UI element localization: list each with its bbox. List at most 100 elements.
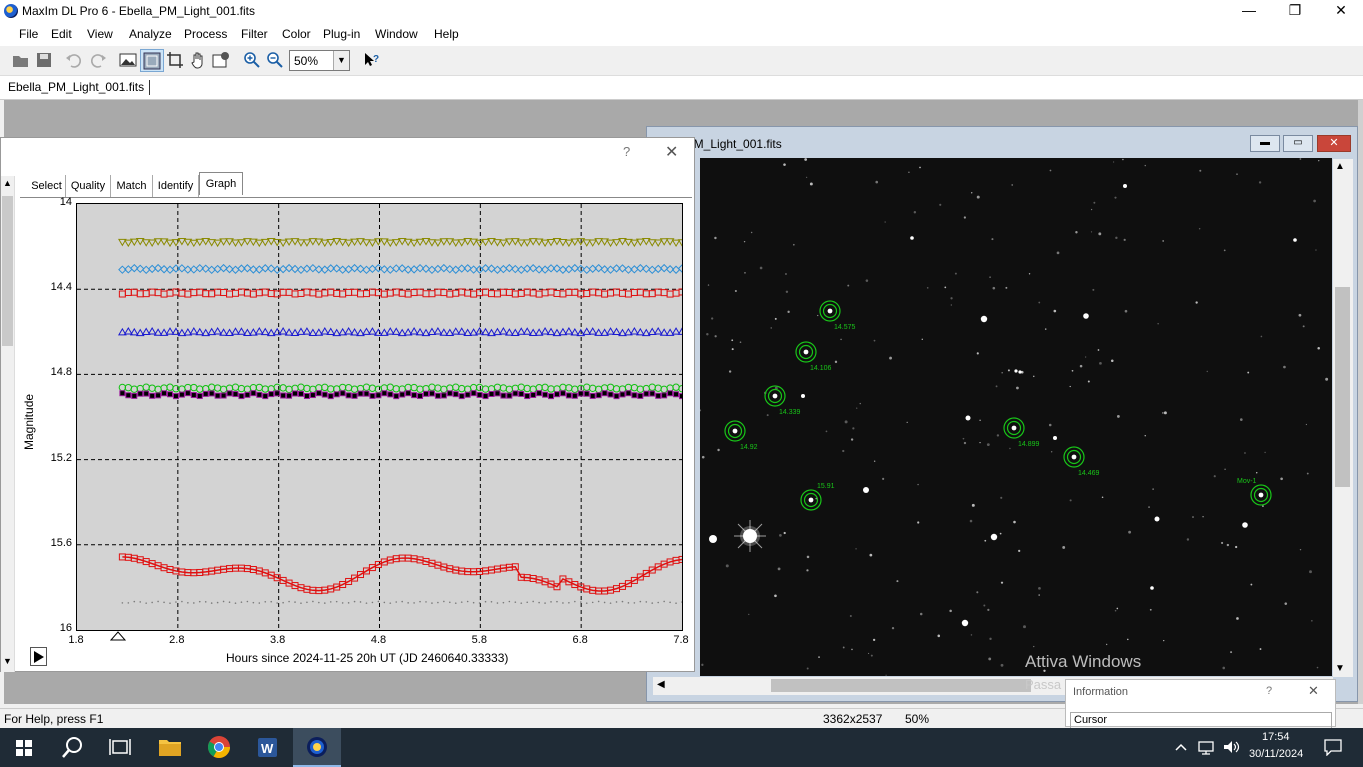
tab-select[interactable]: Select (28, 175, 66, 197)
faint-star (1033, 645, 1035, 648)
data-point (279, 288, 287, 296)
close-button[interactable]: ✕ (1318, 0, 1363, 22)
play-button[interactable] (30, 647, 47, 666)
image-close-button[interactable]: ✕ (1317, 135, 1351, 152)
file-explorer-icon[interactable] (146, 728, 194, 767)
screen-stretch-toggle[interactable] (140, 49, 164, 72)
data-point (625, 390, 632, 397)
dialog-scroll-thumb[interactable] (2, 196, 13, 346)
data-point (672, 289, 680, 297)
maximize-button[interactable]: ❐ (1272, 0, 1318, 22)
image-maximize-button[interactable]: ▭ (1283, 135, 1313, 152)
screen-settings-icon[interactable] (212, 51, 230, 69)
zoom-out-icon[interactable] (266, 51, 284, 69)
document-tab[interactable]: Ebella_PM_Light_001.fits (8, 80, 144, 94)
scroll-down-icon[interactable]: ▼ (3, 656, 12, 666)
faint-star (1101, 496, 1104, 498)
redo-icon[interactable] (89, 51, 107, 69)
tab-quality[interactable]: Quality (66, 175, 111, 197)
data-point (677, 327, 687, 335)
faint-star (806, 569, 809, 572)
dialog-scrollbar[interactable]: ▲ ▼ (1, 176, 15, 672)
faint-star (921, 338, 923, 341)
chevron-up-icon[interactable] (1174, 740, 1188, 754)
aperture-marker[interactable]: 14.106 (795, 341, 832, 372)
tab-match[interactable]: Match (111, 175, 153, 197)
menu-window[interactable]: Window (375, 27, 418, 41)
data-point (505, 263, 514, 273)
menu-color[interactable]: Color (282, 27, 311, 41)
aperture-marker[interactable]: Mov-1 (1237, 478, 1272, 506)
horizontal-scroll-thumb[interactable] (771, 679, 1031, 692)
tab-graph[interactable]: Graph (199, 172, 243, 195)
clock-date[interactable]: 30/11/2024 (1249, 748, 1303, 760)
task-view-icon[interactable] (96, 728, 144, 767)
save-icon[interactable] (35, 51, 53, 69)
menu-process[interactable]: Process (184, 27, 227, 41)
aperture-marker[interactable]: 14.92 (724, 420, 758, 451)
zoom-select[interactable]: 50% ▼ (289, 50, 350, 71)
scroll-left-icon[interactable]: ◀ (657, 679, 665, 690)
context-help-icon[interactable]: ? (363, 51, 381, 69)
open-folder-icon[interactable] (12, 51, 30, 69)
menu-help[interactable]: Help (434, 27, 459, 41)
data-point (320, 327, 330, 335)
tab-identify[interactable]: Identify (153, 175, 199, 197)
scroll-up-icon[interactable]: ▲ (3, 178, 12, 188)
scroll-up-icon[interactable]: ▲ (1335, 161, 1345, 172)
data-point (165, 327, 175, 335)
aperture-marker[interactable]: 14.339 (764, 385, 801, 416)
info-close-button[interactable]: ✕ (1308, 683, 1319, 699)
menu-filter[interactable]: Filter (241, 27, 268, 41)
data-point (516, 239, 526, 247)
faint-star (1099, 361, 1102, 365)
notification-icon[interactable] (1323, 738, 1343, 756)
data-point (130, 288, 138, 296)
aperture-marker[interactable]: 14.575 (819, 300, 856, 331)
star-field-image[interactable]: 14.575 14.106 14.339 14.92 14.899 14.469 15.91… (700, 158, 1332, 676)
word-icon[interactable]: W (243, 728, 291, 767)
data-point (368, 239, 377, 247)
volume-icon[interactable] (1222, 739, 1240, 755)
aperture-marker[interactable]: 15.91 (800, 483, 835, 511)
bright-star (1083, 313, 1089, 319)
vertical-scroll-thumb[interactable] (1335, 287, 1350, 487)
crop-icon[interactable] (166, 51, 184, 69)
aperture-marker[interactable]: 14.899 (1003, 417, 1040, 448)
menu-edit[interactable]: Edit (51, 27, 72, 41)
data-point (630, 288, 638, 296)
faint-star (1306, 472, 1309, 475)
taskbar-maxim-active[interactable] (293, 728, 341, 767)
data-point (386, 289, 394, 297)
menu-plugin[interactable]: Plug-in (323, 27, 360, 41)
image-vertical-scrollbar[interactable]: ▲ ▼ (1333, 159, 1353, 677)
zoom-in-icon[interactable] (243, 51, 261, 69)
network-icon[interactable] (1197, 739, 1215, 755)
data-point (511, 290, 519, 298)
faint-star (992, 286, 996, 290)
data-point (538, 601, 540, 604)
search-icon[interactable] (48, 728, 96, 767)
dialog-help-button[interactable]: ? (623, 144, 630, 159)
dialog-close-button[interactable]: ✕ (665, 142, 678, 162)
image-view-icon[interactable] (119, 51, 137, 69)
cursor-marker-icon[interactable] (110, 631, 126, 641)
undo-icon[interactable] (65, 51, 83, 69)
aperture-marker[interactable]: 14.469 (1063, 446, 1100, 477)
faint-star (707, 284, 710, 286)
data-point (457, 239, 467, 247)
minimize-button[interactable]: — (1226, 0, 1272, 22)
magnitude-plot-area[interactable] (76, 203, 687, 631)
info-help-button[interactable]: ? (1266, 685, 1272, 697)
windows-start-icon[interactable] (0, 728, 48, 767)
image-minimize-button[interactable]: ▬ (1250, 135, 1280, 152)
menu-analyze[interactable]: Analyze (129, 27, 172, 41)
menu-view[interactable]: View (87, 27, 113, 41)
chrome-icon[interactable] (195, 728, 243, 767)
data-point (187, 601, 189, 604)
hand-pan-icon[interactable] (189, 51, 207, 69)
menu-file[interactable]: File (19, 27, 38, 41)
clock-time[interactable]: 17:54 (1262, 731, 1290, 743)
scroll-down-icon[interactable]: ▼ (1335, 663, 1345, 674)
information-window[interactable]: Information ? ✕ Cursor (1065, 679, 1336, 728)
